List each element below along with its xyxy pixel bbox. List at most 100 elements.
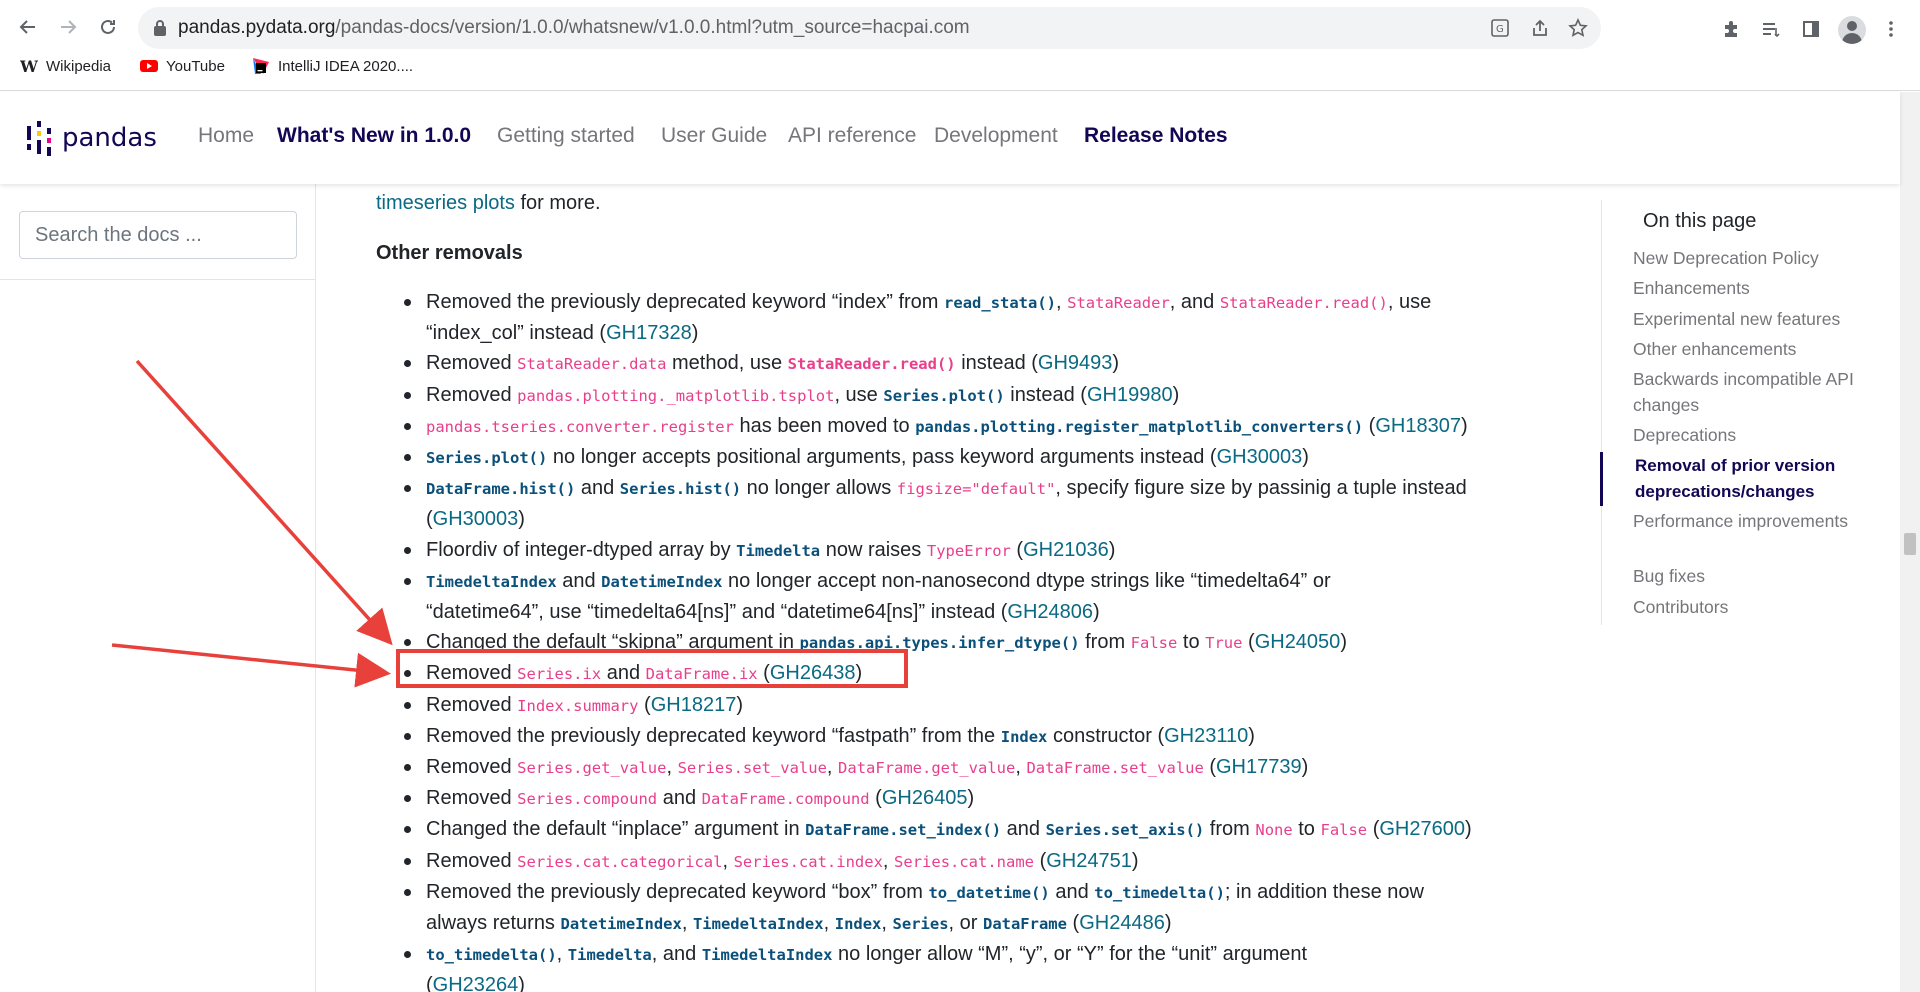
- on-this-page-toc: On this page New Deprecation Policy Enha…: [1600, 200, 1891, 625]
- list-item: Changed the default “inplace” argument i…: [376, 814, 1576, 845]
- nav-getting-started[interactable]: Getting started: [497, 124, 635, 148]
- gh27600-link[interactable]: GH27600: [1379, 818, 1465, 840]
- gh26438-link[interactable]: GH26438: [770, 662, 856, 684]
- address-bar[interactable]: pandas.pydata.org/pandas-docs/version/1.…: [138, 7, 1601, 49]
- bookmark-label: YouTube: [166, 57, 225, 75]
- toc-active-indicator: [1600, 452, 1603, 506]
- scrollbar-thumb[interactable]: [1904, 533, 1916, 555]
- gh24486-link[interactable]: GH24486: [1079, 912, 1165, 934]
- gh30003-link-2[interactable]: GH30003: [433, 508, 519, 530]
- extensions-puzzle-icon[interactable]: [1718, 16, 1744, 42]
- pandas-logo-icon: [27, 121, 51, 156]
- nav-user-guide[interactable]: User Guide: [661, 124, 767, 148]
- translate-icon[interactable]: G: [1488, 16, 1512, 40]
- list-item: Removed pandas.plotting._matplotlib.tspl…: [376, 380, 1576, 411]
- reload-button[interactable]: [92, 11, 124, 43]
- forward-arrow-icon: [61, 20, 77, 34]
- toc-title: On this page: [1643, 210, 1757, 232]
- list-item-cont: “datetime64”, use “timedelta64[ns]” and …: [426, 601, 1100, 624]
- left-sidebar: [0, 184, 316, 992]
- list-item-highlighted: Removed Series.ix and DataFrame.ix (GH26…: [376, 658, 1576, 689]
- list-item: pandas.tseries.converter.register has be…: [376, 411, 1576, 442]
- list-item: DataFrame.hist() and Series.hist() no lo…: [376, 473, 1576, 504]
- main-content: timeseries plots for more. Other removal…: [376, 184, 1576, 992]
- nav-home[interactable]: Home: [198, 124, 254, 148]
- gh24806-link[interactable]: GH24806: [1007, 601, 1093, 623]
- nav-api-reference[interactable]: API reference: [788, 124, 916, 148]
- svg-text:W: W: [20, 57, 38, 75]
- profile-avatar[interactable]: [1838, 16, 1866, 44]
- side-panel-icon[interactable]: [1798, 16, 1824, 42]
- reading-list-icon[interactable]: [1758, 16, 1784, 42]
- timeseries-plots-link[interactable]: timeseries plots: [376, 192, 515, 214]
- removals-list: Removed the previously deprecated keywor…: [376, 287, 1576, 992]
- lock-icon: [154, 20, 166, 36]
- site-header: pandas Home What's New in 1.0.0 Getting …: [0, 92, 1900, 184]
- gh21036-link[interactable]: GH21036: [1023, 539, 1109, 561]
- list-item: Removed Series.cat.categorical, Series.c…: [376, 846, 1576, 877]
- bookmark-intellij[interactable]: IntelliJ IDEA 2020....: [252, 57, 413, 75]
- bookmark-label: IntelliJ IDEA 2020....: [278, 57, 414, 75]
- list-item: Removed the previously deprecated keywor…: [376, 877, 1576, 908]
- bookmark-star-icon[interactable]: [1566, 16, 1590, 40]
- toc-deprecations[interactable]: Deprecations: [1633, 423, 1873, 449]
- reload-icon: [101, 19, 115, 34]
- search-box[interactable]: [19, 211, 297, 259]
- search-input[interactable]: [20, 212, 296, 258]
- gh30003-link[interactable]: GH30003: [1217, 446, 1303, 468]
- toc-enhancements[interactable]: Enhancements: [1633, 276, 1873, 302]
- menu-kebab-icon[interactable]: [1878, 16, 1904, 42]
- browser-chrome: pandas.pydata.org/pandas-docs/version/1.…: [0, 0, 1920, 91]
- list-item: Removed Series.get_value, Series.set_val…: [376, 752, 1576, 783]
- toc-bug-fixes[interactable]: Bug fixes: [1633, 564, 1873, 590]
- gh18307-link[interactable]: GH18307: [1375, 415, 1461, 437]
- list-item-cont: always returns DatetimeIndex, TimedeltaI…: [426, 912, 1172, 935]
- gh24751-link[interactable]: GH24751: [1046, 850, 1132, 872]
- list-item: Removed Index.summary (GH18217): [376, 690, 1576, 721]
- toc-experimental-features[interactable]: Experimental new features: [1633, 307, 1873, 333]
- nav-whats-new[interactable]: What's New in 1.0.0: [277, 124, 471, 148]
- toc-other-enhancements[interactable]: Other enhancements: [1633, 337, 1873, 363]
- intellij-icon: [252, 57, 270, 75]
- forward-button[interactable]: [52, 11, 84, 43]
- bookmark-label: Wikipedia: [46, 57, 112, 75]
- list-item: Removed the previously deprecated keywor…: [376, 287, 1576, 318]
- toc-backwards-incompatible[interactable]: Backwards incompatible API changes: [1633, 367, 1873, 418]
- back-arrow-icon: [19, 20, 35, 34]
- list-item: to_timedelta(), Timedelta, and Timedelta…: [376, 939, 1576, 970]
- nav-development[interactable]: Development: [934, 124, 1058, 148]
- back-button[interactable]: [12, 11, 44, 43]
- nav-release-notes[interactable]: Release Notes: [1084, 124, 1228, 148]
- list-item: Floordiv of integer-dtyped array by Time…: [376, 535, 1576, 566]
- list-item: Removed the previously deprecated keywor…: [376, 721, 1576, 752]
- gh23110-link[interactable]: GH23110: [1164, 725, 1248, 747]
- gh17739-link[interactable]: GH17739: [1216, 756, 1302, 778]
- intro-line: timeseries plots for more.: [376, 192, 601, 215]
- gh19980-link[interactable]: GH19980: [1087, 384, 1173, 406]
- list-item: Changed the default “skipna” argument in…: [376, 627, 1576, 658]
- wikipedia-icon: W: [20, 57, 38, 75]
- youtube-icon: [140, 57, 158, 75]
- list-item-cont: (GH23264): [376, 970, 1576, 992]
- gh26405-link[interactable]: GH26405: [882, 787, 968, 809]
- gh9493-link[interactable]: GH9493: [1038, 352, 1113, 374]
- bookmark-youtube[interactable]: YouTube: [140, 57, 225, 75]
- page-scrollbar[interactable]: [1900, 92, 1920, 992]
- toc-new-deprecation-policy[interactable]: New Deprecation Policy: [1633, 246, 1873, 272]
- share-icon[interactable]: [1528, 16, 1552, 40]
- gh23264-link[interactable]: GH23264: [433, 974, 519, 992]
- section-title: Other removals: [376, 242, 523, 264]
- gh24050-link[interactable]: GH24050: [1255, 631, 1341, 653]
- toc-performance[interactable]: Performance improvements: [1633, 509, 1873, 535]
- toc-contributors[interactable]: Contributors: [1633, 595, 1873, 621]
- address-url: pandas.pydata.org/pandas-docs/version/1.…: [178, 17, 970, 39]
- bookmarks-bar: W Wikipedia YouTube IntelliJ IDEA 2020..…: [0, 55, 1920, 81]
- bookmark-wikipedia[interactable]: W Wikipedia: [20, 57, 111, 75]
- toc-removal-prior-version[interactable]: Removal of prior version deprecations/ch…: [1635, 453, 1875, 504]
- gh17328-link[interactable]: GH17328: [606, 322, 692, 344]
- gh18217-link[interactable]: GH18217: [651, 694, 737, 716]
- sidebar-divider: [0, 279, 316, 280]
- pandas-logo[interactable]: pandas: [26, 118, 157, 158]
- list-item-cont: (GH30003): [426, 508, 525, 531]
- list-item: TimedeltaIndex and DatetimeIndex no long…: [376, 566, 1576, 597]
